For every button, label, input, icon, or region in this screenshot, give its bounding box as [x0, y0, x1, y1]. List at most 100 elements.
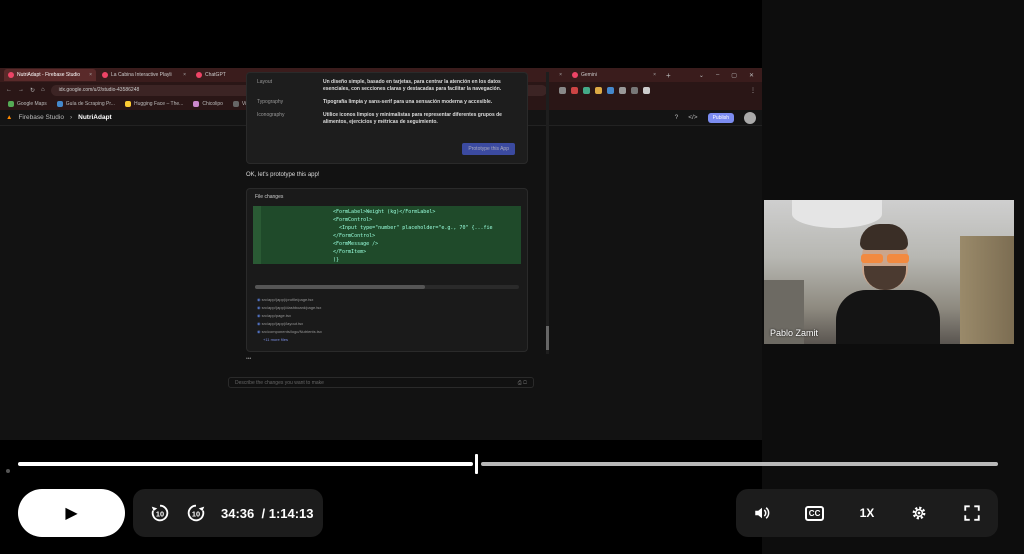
code-icon[interactable]: </> — [688, 114, 697, 121]
background-shelf — [960, 236, 1014, 344]
tab-favicon — [196, 72, 202, 78]
menu-icon[interactable]: ⋮ — [750, 87, 756, 94]
chevron-down-icon[interactable]: ⌄ — [699, 72, 704, 79]
code-line: </FormItem> — [333, 249, 367, 255]
code-line: </FormControl> — [333, 233, 376, 239]
bookmark-item[interactable]: Chicolipo — [193, 101, 223, 107]
forward-icon[interactable]: → — [18, 87, 24, 93]
settings-button[interactable] — [905, 499, 933, 527]
forward-10-button[interactable]: 10 — [185, 499, 207, 527]
vertical-scrollbar[interactable] — [546, 72, 549, 354]
bookmark-item[interactable]: Hugging Face – The... — [124, 101, 183, 107]
volume-button[interactable] — [748, 499, 776, 527]
captions-button[interactable]: CC — [801, 499, 829, 527]
ok-message: OK, let's prototype this app! — [246, 172, 320, 178]
code-line: <Input type="number" placeholder="e.g., … — [333, 225, 493, 231]
file-list: src/app/(app)/profile/page.tsxsrc/app/(a… — [257, 296, 322, 344]
file-item[interactable]: src/app/(app)/profile/page.tsx — [257, 296, 322, 304]
new-tab-button[interactable]: + — [666, 71, 671, 80]
file-item[interactable]: src/components/logo/Nutrients.tsx — [257, 328, 322, 336]
close-icon[interactable]: × — [653, 72, 656, 78]
presenter — [836, 224, 940, 344]
captions-icon: CC — [804, 505, 825, 521]
total-time: / 1:14:13 — [261, 505, 314, 521]
forward-icon: 10 — [187, 504, 205, 522]
prototype-button[interactable]: Prototype this App — [462, 143, 515, 155]
back-icon[interactable]: ← — [6, 87, 12, 93]
prompt-input[interactable]: Describe the changes you want to make ⎙ … — [228, 377, 534, 388]
firebase-icon: ▲ — [6, 114, 13, 121]
code-line: )} — [333, 257, 340, 263]
blueprint-value: Un diseño simple, basado en tarjetas, pa… — [323, 79, 502, 92]
more-icon[interactable]: ••• — [246, 356, 251, 362]
presenter-name: Pablo Zamit — [770, 328, 819, 338]
extension-icon[interactable] — [594, 86, 602, 94]
close-icon[interactable]: × — [89, 72, 92, 78]
window-controls: ⌄ – ▢ ✕ — [699, 72, 762, 79]
progress-bar[interactable] — [18, 454, 998, 474]
fullscreen-icon — [964, 505, 980, 521]
speed-button[interactable]: 1X — [853, 499, 881, 527]
extension-icon[interactable] — [630, 86, 638, 94]
bookmark-icon — [232, 101, 239, 107]
project-name[interactable]: NutriAdapt — [78, 114, 112, 121]
help-icon[interactable]: ? — [675, 114, 679, 121]
svg-text:10: 10 — [192, 510, 200, 519]
extension-icons — [558, 86, 650, 94]
file-item[interactable]: src/app/page.tsx — [257, 312, 322, 320]
bookmark-item[interactable]: Guía de Scraping Pr... — [56, 101, 115, 107]
browser-tab[interactable]: La Cabina Interactive Playli × — [98, 69, 190, 81]
bookmark-icon — [193, 101, 200, 107]
close-icon[interactable]: × — [183, 72, 186, 78]
bookmark-icon — [124, 101, 131, 107]
blueprint-key: Layout — [257, 79, 273, 85]
extension-icon[interactable] — [570, 86, 578, 94]
attach-icon[interactable]: ⎙ ▢ — [518, 380, 527, 386]
browser-tab[interactable]: Gemini × — [568, 69, 660, 81]
fullscreen-button[interactable] — [958, 499, 986, 527]
code-line: <FormLabel>Weight (kg)</FormLabel> — [333, 209, 436, 215]
bookmark-item[interactable]: Google Maps — [8, 101, 47, 107]
rewind-icon: 10 — [151, 504, 169, 522]
blueprint-card: Layout Un diseño simple, basado en tarjet… — [246, 72, 528, 164]
video-player: NutriAdapt - Firebase Studio × La Cabina I… — [0, 0, 1024, 554]
time-controls: 10 10 34:36 / 1:14:13 — [133, 489, 323, 537]
minimize-icon[interactable]: – — [716, 72, 719, 79]
gear-icon — [912, 506, 926, 520]
blueprint-row: Iconography Utilice iconos limpios y mini… — [257, 112, 517, 126]
publish-button[interactable]: Publish — [707, 112, 734, 123]
bookmark-label: Google Maps — [17, 101, 47, 107]
svg-text:10: 10 — [156, 510, 164, 519]
current-time: 34:36 — [221, 505, 255, 521]
extension-icon[interactable] — [582, 86, 590, 94]
progress-played — [18, 462, 473, 466]
extension-icon[interactable] — [558, 86, 566, 94]
file-item[interactable]: src/app/(app)/layout.tsx — [257, 320, 322, 328]
progress-handle[interactable] — [475, 454, 478, 474]
blueprint-key: Typography — [257, 99, 284, 105]
avatar[interactable] — [744, 111, 756, 124]
extension-icon[interactable] — [642, 86, 650, 94]
tab-label: Gemini — [581, 72, 597, 78]
browser-tab[interactable]: NutriAdapt - Firebase Studio × — [4, 69, 96, 81]
blueprint-row: Typography Tipografía limpia y sans-serif… — [257, 99, 517, 106]
indicator-dot — [6, 469, 10, 473]
close-icon[interactable]: × — [559, 72, 562, 78]
rewind-10-button[interactable]: 10 — [149, 499, 171, 527]
extension-icon[interactable] — [606, 86, 614, 94]
brand-label[interactable]: Firebase Studio — [18, 114, 64, 121]
file-item[interactable]: src/app/(app)/dashboard/page.tsx — [257, 304, 322, 312]
player-settings: CC 1X — [736, 489, 998, 537]
blueprint-key: Iconography — [257, 112, 285, 118]
more-files-link[interactable]: +11 more files — [257, 336, 322, 344]
home-icon[interactable]: ⌂ — [41, 87, 45, 93]
maximize-icon[interactable]: ▢ — [731, 72, 737, 79]
horizontal-scrollbar[interactable] — [255, 285, 519, 289]
play-button[interactable]: ▶ — [18, 489, 125, 537]
chevron-right-icon: › — [69, 114, 73, 121]
bookmark-icon — [8, 101, 14, 107]
extension-icon[interactable] — [618, 86, 626, 94]
reload-icon[interactable]: ↻ — [30, 87, 35, 94]
close-icon[interactable]: ✕ — [749, 72, 754, 79]
progress-remaining — [481, 462, 998, 466]
